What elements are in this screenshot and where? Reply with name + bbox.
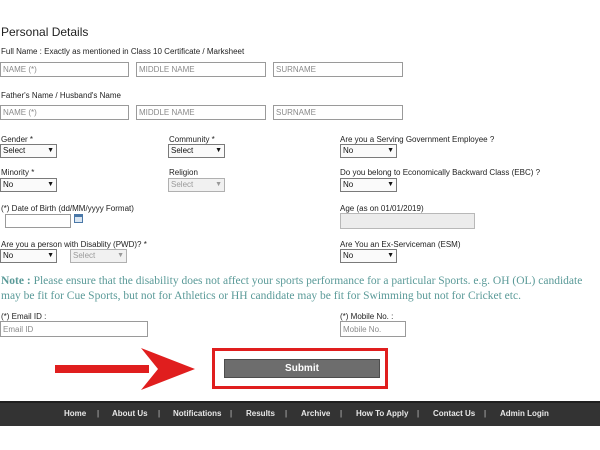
dob-input[interactable] — [5, 214, 71, 228]
footer-separator: | — [97, 409, 100, 418]
religion-select[interactable]: Select ▼ — [168, 178, 225, 192]
gender-select[interactable]: Select ▼ — [0, 144, 57, 158]
footer-top-border — [0, 401, 600, 403]
community-label: Community * — [169, 135, 215, 144]
esm-label: Are You an Ex-Serviceman (ESM) — [340, 240, 461, 249]
ebc-label: Do you belong to Economically Backward C… — [340, 168, 541, 177]
footer-separator: | — [417, 409, 420, 418]
father-name-label: Father's Name / Husband's Name — [1, 91, 121, 100]
religion-select-value: Select — [171, 180, 194, 189]
footer-link-archive[interactable]: Archive — [301, 409, 330, 418]
gender-select-value: Select — [3, 146, 26, 155]
footer-separator: | — [340, 409, 343, 418]
footer-link-results[interactable]: Results — [246, 409, 275, 418]
chevron-down-icon: ▼ — [215, 147, 222, 154]
pwd-select[interactable]: No ▼ — [0, 249, 57, 263]
age-label: Age (as on 01/01/2019) — [340, 204, 424, 213]
mobile-field[interactable] — [340, 321, 406, 337]
father-middle-name-input[interactable] — [136, 105, 266, 120]
pwd-select-value: No — [3, 251, 14, 260]
chevron-down-icon: ▼ — [215, 181, 222, 188]
footer-separator: | — [484, 409, 487, 418]
chevron-down-icon: ▼ — [387, 252, 394, 259]
email-label: (*) Email ID : — [1, 312, 47, 321]
ebc-select[interactable]: No ▼ — [340, 178, 397, 192]
footer-link-admin-login[interactable]: Admin Login — [500, 409, 549, 418]
surname-input[interactable] — [273, 62, 403, 77]
mobile-label: (*) Mobile No. : — [340, 312, 394, 321]
pwd-label: Are you a person with Disablity (PWD)? * — [1, 240, 147, 249]
red-arrow-icon — [55, 348, 195, 390]
disability-note: Note : Please ensure that the disability… — [1, 274, 599, 304]
footer-separator: | — [230, 409, 233, 418]
religion-label: Religion — [169, 168, 198, 177]
ebc-select-value: No — [343, 180, 354, 189]
footer-separator: | — [285, 409, 288, 418]
chevron-down-icon: ▼ — [117, 252, 124, 259]
community-select-value: Select — [171, 146, 194, 155]
footer-link-notifications[interactable]: Notifications — [173, 409, 221, 418]
father-first-name-input[interactable] — [0, 105, 129, 120]
pwd-type-select[interactable]: Select ▼ — [70, 249, 127, 263]
govt-employee-label: Are you a Serving Government Employee ? — [340, 135, 495, 144]
footer-link-contact-us[interactable]: Contact Us — [433, 409, 475, 418]
email-field[interactable] — [0, 321, 148, 337]
dob-label: (*) Date of Birth (dd/MM/yyyy Format) — [1, 204, 134, 213]
section-title: Personal Details — [1, 25, 89, 39]
esm-select[interactable]: No ▼ — [340, 249, 397, 263]
minority-select-value: No — [3, 180, 14, 189]
middle-name-input[interactable] — [136, 62, 266, 77]
minority-select[interactable]: No ▼ — [0, 178, 57, 192]
note-prefix: Note : — [1, 275, 31, 287]
govt-employee-select-value: No — [343, 146, 354, 155]
minority-label: Minority * — [1, 168, 35, 177]
age-input — [340, 213, 475, 229]
esm-select-value: No — [343, 251, 354, 260]
pwd-type-select-value: Select — [73, 251, 96, 260]
govt-employee-select[interactable]: No ▼ — [340, 144, 397, 158]
chevron-down-icon: ▼ — [387, 147, 394, 154]
note-text: Please ensure that the disability does n… — [1, 275, 583, 302]
gender-label: Gender * — [1, 135, 34, 144]
full-name-label: Full Name : Exactly as mentioned in Clas… — [1, 47, 245, 56]
footer-link-how-to-apply[interactable]: How To Apply — [356, 409, 408, 418]
chevron-down-icon: ▼ — [387, 181, 394, 188]
chevron-down-icon: ▼ — [47, 147, 54, 154]
footer-link-home[interactable]: Home — [64, 409, 86, 418]
father-surname-input[interactable] — [273, 105, 403, 120]
first-name-input[interactable] — [0, 62, 129, 77]
chevron-down-icon: ▼ — [47, 181, 54, 188]
calendar-icon[interactable] — [74, 214, 83, 223]
chevron-down-icon: ▼ — [47, 252, 54, 259]
footer-separator: | — [158, 409, 161, 418]
footer-link-about-us[interactable]: About Us — [112, 409, 148, 418]
community-select[interactable]: Select ▼ — [168, 144, 225, 158]
submit-button[interactable]: Submit — [224, 359, 380, 378]
